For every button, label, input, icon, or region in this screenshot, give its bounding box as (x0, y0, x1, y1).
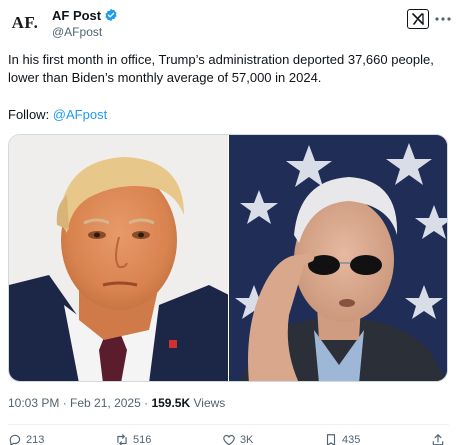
tweet-card: AF. AF Post @AFpost In his first month i… (0, 0, 457, 445)
reply-button[interactable]: 213 (8, 433, 44, 445)
verified-badge-icon (104, 8, 118, 22)
display-name[interactable]: AF Post (52, 8, 101, 23)
share-icon (432, 434, 444, 445)
tweet-date[interactable]: Feb 21, 2025 (70, 396, 141, 410)
views-count: 159.5K (151, 396, 191, 410)
meta-separator: · (59, 396, 71, 410)
meta-separator-2: · (140, 396, 152, 410)
reply-count: 213 (26, 434, 45, 445)
display-name-row: AF Post (52, 6, 118, 24)
like-button[interactable]: 3K (222, 433, 253, 445)
views-label: Views (190, 396, 226, 410)
tweet-header: AF. AF Post @AFpost (8, 6, 451, 42)
tweet-text: In his first month in office, Trump’s ad… (8, 51, 448, 87)
grok-icon[interactable] (407, 9, 429, 29)
repost-icon (117, 434, 127, 445)
avatar-text: AF. (11, 13, 39, 32)
tweet-time[interactable]: 10:03 PM (8, 396, 59, 410)
bookmark-icon (326, 434, 336, 445)
repost-count: 516 (132, 434, 152, 445)
avatar[interactable]: AF. (8, 8, 42, 38)
heart-icon (223, 434, 235, 445)
like-count: 3K (239, 434, 254, 445)
author-handle[interactable]: @AFpost (52, 24, 118, 40)
trump-photo[interactable] (9, 135, 229, 381)
author-block: AF Post @AFpost (52, 6, 118, 40)
media-grid[interactable] (8, 134, 448, 382)
follow-prefix: Follow: (8, 107, 53, 122)
tweet-meta: 10:03 PM · Feb 21, 2025 · 159.5K Views (8, 395, 225, 411)
share-button[interactable] (431, 433, 449, 445)
more-options-icon[interactable] (435, 11, 451, 27)
bookmark-button[interactable]: 435 (324, 433, 360, 445)
bookmark-count: 435 (342, 434, 361, 445)
reply-icon (9, 434, 21, 445)
biden-photo[interactable] (228, 135, 447, 381)
repost-button[interactable]: 516 (115, 433, 151, 445)
follow-line: Follow: @AFpost (8, 106, 107, 124)
follow-handle-link[interactable]: @AFpost (53, 107, 107, 122)
action-bar: 213 516 3K 435 (8, 432, 449, 445)
tweet-body: In his first month in office, Trump’s ad… (8, 52, 434, 85)
divider (8, 424, 449, 425)
